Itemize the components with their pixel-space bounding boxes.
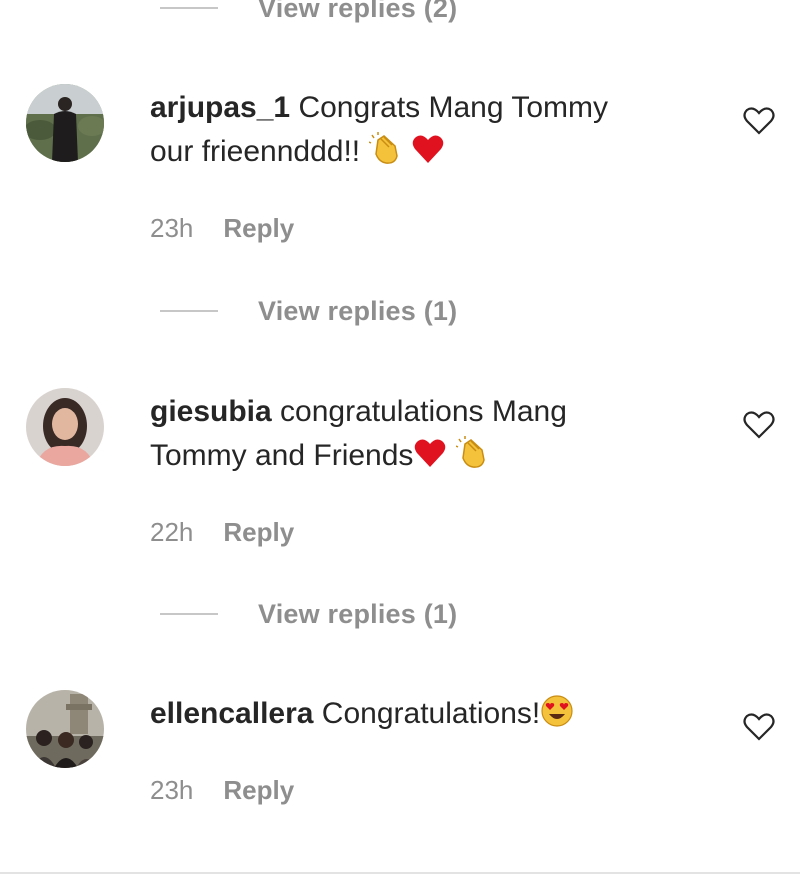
replies-divider <box>160 7 218 9</box>
comment-body: Congratulations! <box>321 697 541 730</box>
comment-meta: 23h Reply <box>150 770 294 810</box>
comment-meta: 22h Reply <box>150 512 294 552</box>
comment-username[interactable]: arjupas_1 <box>150 91 290 124</box>
comment-text: arjupas_1 Congrats Mang Tommy our frieen… <box>150 86 690 174</box>
comment-text: giesubia congratulations Mang Tommy and … <box>150 390 690 478</box>
clapping-hands-icon <box>455 436 490 470</box>
view-replies-label: View replies (1) <box>258 295 458 326</box>
comment-line: Tommy and Friends <box>150 434 690 478</box>
comment-meta: 23h Reply <box>150 208 294 248</box>
like-heart-icon[interactable] <box>742 104 776 138</box>
red-heart-icon <box>411 132 445 166</box>
comment-body: congratulations Mang <box>280 395 567 428</box>
avatar[interactable] <box>26 690 104 768</box>
view-replies-label: View replies (1) <box>258 598 458 629</box>
comment-line: our frieennddd!! <box>150 130 690 174</box>
view-replies-button[interactable]: View replies (1) <box>160 594 457 634</box>
avatar[interactable] <box>26 84 104 162</box>
red-heart-icon <box>413 436 447 470</box>
like-heart-icon[interactable] <box>742 710 776 744</box>
comment-username[interactable]: giesubia <box>150 395 272 428</box>
heart-eyes-face-icon <box>540 694 574 728</box>
comment-body: our frieennddd!! <box>150 135 361 168</box>
comment-timestamp: 23h <box>150 212 194 243</box>
bottom-divider <box>0 872 800 874</box>
view-replies-button[interactable]: View replies (2) <box>160 0 457 28</box>
avatar[interactable] <box>26 388 104 466</box>
reply-button[interactable]: Reply <box>223 517 294 548</box>
view-replies-button[interactable]: View replies (1) <box>160 291 457 331</box>
comment-username[interactable]: ellencallera <box>150 697 313 730</box>
comments-panel: View replies (2) arjupas_1 Congrats Mang… <box>0 0 800 876</box>
comment-line: ellencallera Congratulations! <box>150 692 690 736</box>
comment-line: giesubia congratulations Mang <box>150 390 690 434</box>
reply-button[interactable]: Reply <box>223 213 294 244</box>
comment-text: ellencallera Congratulations! <box>150 692 690 736</box>
comment-line: arjupas_1 Congrats Mang Tommy <box>150 86 690 130</box>
like-heart-icon[interactable] <box>742 408 776 442</box>
replies-divider <box>160 613 218 615</box>
reply-button[interactable]: Reply <box>223 775 294 806</box>
comment-timestamp: 22h <box>150 516 194 547</box>
replies-divider <box>160 310 218 312</box>
view-replies-label: View replies (2) <box>258 0 458 23</box>
comment-body: Tommy and Friends <box>150 439 414 472</box>
clapping-hands-icon <box>368 132 403 166</box>
comment-body: Congrats Mang Tommy <box>298 91 609 124</box>
comment-timestamp: 23h <box>150 774 194 805</box>
